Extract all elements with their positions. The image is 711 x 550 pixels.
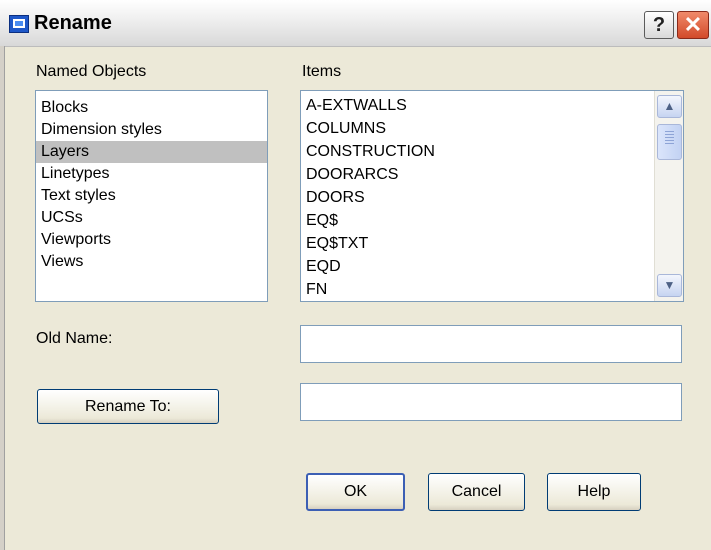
- named-object-item-selected[interactable]: Layers: [36, 141, 267, 163]
- named-object-item[interactable]: Linetypes: [36, 163, 267, 185]
- named-objects-label: Named Objects: [36, 63, 147, 80]
- item-row[interactable]: EQ$: [301, 209, 683, 232]
- items-list[interactable]: A-EXTWALLS COLUMNS CONSTRUCTION DOORARCS…: [300, 90, 684, 302]
- old-name-field[interactable]: [300, 325, 682, 363]
- help-button[interactable]: Help: [547, 473, 641, 511]
- item-row[interactable]: DOORARCS: [301, 163, 683, 186]
- title-help-button[interactable]: ?: [644, 11, 674, 39]
- items-label: Items: [302, 63, 342, 80]
- item-row[interactable]: EQD: [301, 255, 683, 278]
- rename-to-button[interactable]: Rename To:: [37, 389, 219, 424]
- named-objects-list[interactable]: Blocks Dimension styles Layers Linetypes…: [35, 90, 268, 302]
- cancel-button[interactable]: Cancel: [428, 473, 525, 511]
- ok-button[interactable]: OK: [306, 473, 405, 511]
- item-row[interactable]: A-EXTWALLS: [301, 94, 683, 117]
- scroll-thumb[interactable]: [657, 124, 682, 160]
- title-bar: Rename ? ✕: [0, 0, 711, 47]
- window-title: Rename: [34, 12, 112, 34]
- named-object-item[interactable]: Blocks: [36, 97, 267, 119]
- old-name-label: Old Name:: [36, 330, 113, 347]
- named-object-item[interactable]: Text styles: [36, 185, 267, 207]
- app-icon: [9, 15, 29, 33]
- items-scrollbar[interactable]: ▲ ▼: [654, 91, 683, 301]
- rename-to-field[interactable]: [300, 383, 682, 421]
- scroll-down-icon[interactable]: ▼: [657, 274, 682, 297]
- named-object-item[interactable]: Dimension styles: [36, 119, 267, 141]
- scroll-up-icon[interactable]: ▲: [657, 95, 682, 118]
- title-close-button[interactable]: ✕: [677, 11, 709, 39]
- named-object-item[interactable]: UCSs: [36, 207, 267, 229]
- window-frame-left: [0, 46, 5, 550]
- item-row[interactable]: DOORS: [301, 186, 683, 209]
- item-row[interactable]: FN: [301, 278, 683, 301]
- named-object-item[interactable]: Views: [36, 251, 267, 273]
- item-row[interactable]: CONSTRUCTION: [301, 140, 683, 163]
- item-row[interactable]: COLUMNS: [301, 117, 683, 140]
- named-object-item[interactable]: Viewports: [36, 229, 267, 251]
- item-row[interactable]: EQ$TXT: [301, 232, 683, 255]
